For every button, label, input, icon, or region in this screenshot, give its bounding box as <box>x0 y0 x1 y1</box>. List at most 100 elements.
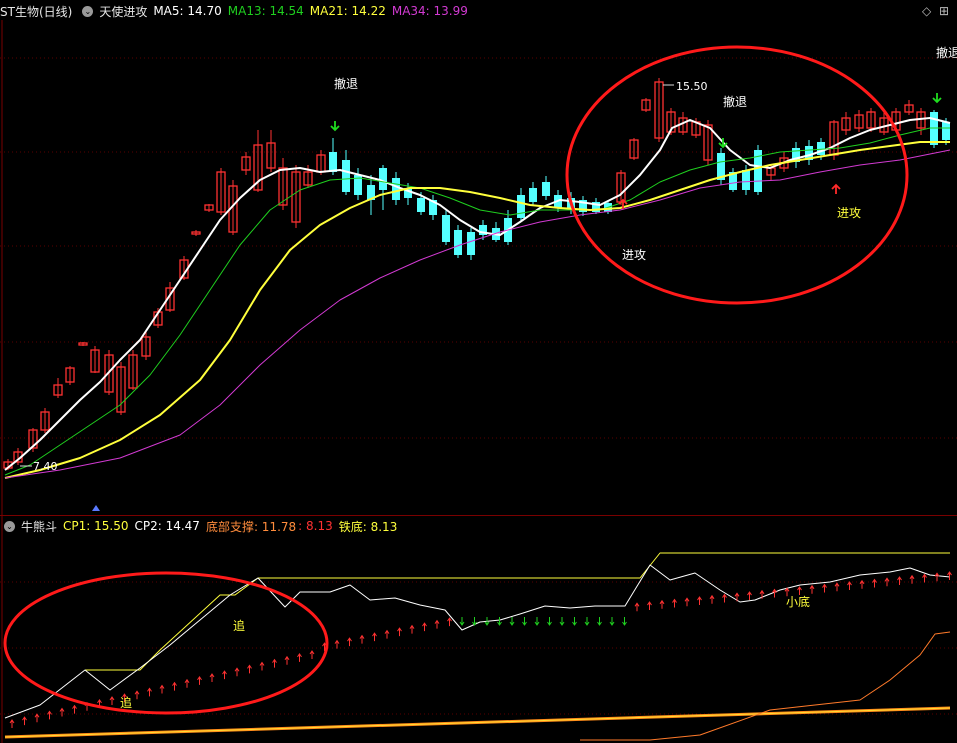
bottom-support-value: 底部支撑: 11.78 <box>205 519 297 534</box>
up-arrow-icon <box>59 707 65 717</box>
candle-body-down <box>379 168 387 190</box>
up-arrow-icon <box>222 670 227 680</box>
ma34-value: MA34: 13.99 <box>391 4 468 18</box>
down-arrow-icon <box>597 617 602 626</box>
candle-body-down <box>517 195 525 218</box>
retreat-label: 撤退 <box>723 94 747 109</box>
retreat-label: 撤退 <box>936 45 957 60</box>
indicator-name-label[interactable]: 天使进攻 <box>99 3 147 20</box>
highlight-circle <box>3 571 329 715</box>
chevron-down-icon[interactable]: ⌄ <box>82 5 94 17</box>
up-arrow-icon <box>347 637 352 647</box>
up-arrow-icon <box>722 593 727 603</box>
up-arrow-icon <box>909 574 915 584</box>
cp2-line <box>4 564 951 719</box>
down-arrow-icon <box>497 617 502 626</box>
ma5-value: MA5: 14.70 <box>153 4 222 18</box>
down-arrow-icon <box>572 617 577 626</box>
chevron-down-icon[interactable]: ⌄ <box>4 520 15 532</box>
high-price-label: 15.50 <box>676 80 708 93</box>
up-arrow-icon <box>434 619 440 629</box>
expand-icon[interactable]: ⊞ <box>939 4 949 18</box>
down-arrow-icon <box>472 617 477 626</box>
cp2-value: CP2: 14.47 <box>134 519 200 533</box>
candle-body-down <box>742 170 750 190</box>
attack-label: 进攻 <box>622 248 646 262</box>
ma5-line <box>4 117 951 471</box>
down-arrow-icon <box>609 617 615 626</box>
candle-body-down <box>529 188 537 202</box>
up-arrow-icon <box>384 629 390 639</box>
down-arrow-icon <box>559 617 565 626</box>
bottom-support-value-2: : 8.13 <box>298 519 333 533</box>
up-arrow-icon <box>334 639 340 649</box>
up-arrow-icon <box>834 582 840 592</box>
up-arrow-icon <box>897 576 902 586</box>
up-arrow-icon <box>934 572 940 582</box>
stock-chart-canvas[interactable]: 撤退撤退撤退进攻进攻15.507.40追追小底 <box>0 0 957 743</box>
up-arrow-icon <box>22 716 27 726</box>
up-arrow-icon <box>697 596 702 606</box>
down-arrow-icon <box>522 617 527 626</box>
candle-body-down <box>442 215 450 242</box>
up-arrow-icon <box>309 650 315 659</box>
up-arrow-icon <box>109 696 115 705</box>
up-arrow-icon <box>872 578 877 588</box>
sub-chart-header: ⌄ 牛熊斗 CP1: 15.50 CP2: 14.47 底部支撑: 11.78 … <box>0 517 403 535</box>
up-arrow-icon <box>259 661 265 671</box>
stock-name-label: ST生物(日线) <box>0 4 73 19</box>
ma34-line <box>4 149 951 479</box>
up-arrow-icon <box>9 719 15 728</box>
down-arrow-icon <box>509 617 515 626</box>
retreat-label: 撤退 <box>334 76 358 91</box>
up-arrow-icon <box>772 588 777 598</box>
up-arrow-icon <box>397 627 402 637</box>
up-arrow-icon <box>234 667 240 677</box>
ma13-value: MA13: 14.54 <box>227 4 304 18</box>
up-arrow-icon <box>859 579 865 589</box>
candle-body-down <box>329 152 337 172</box>
candle-body-down <box>467 232 475 255</box>
up-arrow-icon <box>684 597 690 607</box>
cp1-line <box>85 552 950 671</box>
sub-indicator-name[interactable]: 牛熊斗 <box>21 518 57 535</box>
up-arrow-icon <box>409 624 415 634</box>
down-arrow-icon <box>459 617 465 626</box>
up-arrow-icon <box>247 664 252 674</box>
chase-label: 追 <box>120 695 132 710</box>
up-arrow-icon <box>634 602 640 612</box>
up-arrow-icon <box>809 584 815 594</box>
attack-label: 进攻 <box>837 206 861 220</box>
chase-label: 追 <box>233 618 245 633</box>
up-arrow-icon <box>134 690 140 700</box>
up-arrow-icon <box>422 622 427 632</box>
up-arrow-icon <box>947 571 952 581</box>
up-arrow-icon <box>672 598 677 608</box>
diamond-icon[interactable]: ◇ <box>922 4 931 18</box>
up-arrow-icon <box>284 655 290 665</box>
up-arrow-icon <box>372 632 377 642</box>
down-arrow-icon <box>547 617 552 626</box>
up-arrow-icon <box>709 594 715 604</box>
up-arrow-icon <box>647 601 652 611</box>
up-arrow-icon <box>147 687 152 697</box>
candle-body-down <box>417 198 425 212</box>
up-arrow-icon <box>209 673 215 682</box>
up-arrow-icon <box>272 658 277 668</box>
up-arrow-icon <box>734 592 740 602</box>
up-arrow-icon <box>172 681 177 691</box>
up-arrow-icon <box>822 583 827 593</box>
candle-body-down <box>542 182 550 196</box>
up-arrow-icon <box>659 599 665 609</box>
up-arrow-icon <box>797 586 802 596</box>
up-arrow-icon <box>47 710 52 720</box>
ma21-value: MA21: 14.22 <box>309 4 386 18</box>
retreat-arrow-icon <box>932 93 942 104</box>
up-arrow-icon <box>159 684 165 694</box>
down-arrow-icon <box>622 617 627 626</box>
candle-body-down <box>392 178 400 200</box>
candle-body-down <box>942 122 950 140</box>
up-arrow-icon <box>922 573 927 583</box>
up-arrow-icon <box>747 591 752 601</box>
main-chart-header: ST生物(日线) ⌄ 天使进攻 MA5: 14.70 MA13: 14.54 M… <box>0 2 474 20</box>
